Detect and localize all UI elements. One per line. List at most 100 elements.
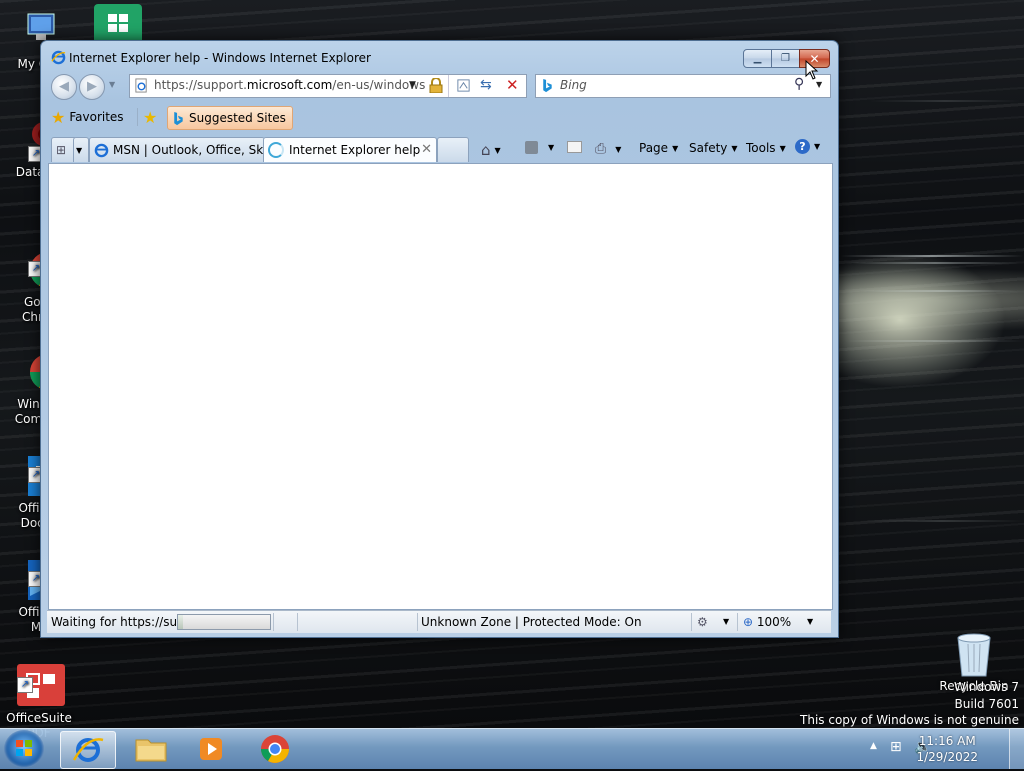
watermark-line: Windows 7 [953,680,1019,694]
watermark-line: This copy of Windows is not genuine [800,713,1019,727]
add-favorite-star-icon: ★ [143,107,158,127]
navigation-bar: ◀ ▶ ▼ https://support.microsoft.com/en-u… [47,71,831,101]
rss-feed-icon [525,141,538,154]
chevron-down-icon[interactable]: ▼ [723,617,729,626]
zoom-level[interactable]: ⊕ 100% [743,615,791,629]
tools-menu-label: Tools [746,141,776,155]
refresh-icon[interactable]: ⇆ [480,77,492,93]
chevron-down-icon: ▼ [731,143,738,153]
tab-bar: ⊞ ▼ MSN | Outlook, Office, Sk... Interne… [47,135,831,163]
forward-button[interactable]: ▶ [79,74,105,100]
favorites-bar: ★ Favorites ★ Suggested Sites [47,104,831,130]
stop-icon[interactable]: ✕ [506,76,519,94]
tools-menu[interactable]: Tools ▼ [746,141,786,155]
home-icon: ⌂ [481,141,491,159]
show-desktop-button[interactable] [1009,729,1024,769]
chevron-down-icon: ▼ [548,143,555,152]
mouse-cursor-icon [805,60,819,80]
pdf-icon: ↗ [17,649,65,706]
close-tab-icon[interactable]: ✕ [421,142,432,157]
bing-icon [543,78,552,93]
compatibility-view-icon[interactable] [456,78,471,93]
home-button[interactable]: ⌂ ▼ [481,141,501,159]
title-bar[interactable]: Internet Explorer help - Windows Interne… [41,41,838,73]
address-url: https://support.microsoft.com/en-us/wind… [154,78,426,92]
chevron-down-icon: ▼ [76,145,83,155]
page-menu-label: Page [639,141,669,155]
network-icon[interactable]: ⊞ [890,739,902,755]
status-bar: Waiting for https://sup Unknown Zone | P… [47,610,831,633]
watermark-line: Build 7601 [954,696,1019,711]
tab-internet-explorer-help[interactable]: Internet Explorer help ✕ [263,137,437,162]
back-button[interactable]: ◀ [51,74,77,100]
feeds-button[interactable]: ▼ [525,141,554,154]
start-button[interactable] [4,730,44,768]
taskbar-windows-explorer[interactable] [124,731,178,767]
zoom-dropdown-icon[interactable]: ▼ [807,617,813,626]
search-box[interactable]: Bing ⚲ ▼ [535,74,831,98]
security-zone[interactable]: Unknown Zone | Protected Mode: On [421,615,642,629]
window-title: Internet Explorer help - Windows Interne… [69,51,371,65]
suggested-sites-label: Suggested Sites [189,111,286,125]
system-clock[interactable]: 11:16 AM 1/29/2022 [916,733,978,765]
print-button[interactable]: ⎙ ▼ [595,141,621,157]
restore-icon: ❐ [781,53,790,64]
ie-window[interactable]: Internet Explorer help - Windows Interne… [40,40,839,638]
minimize-icon: ▁ [753,53,762,64]
help-menu[interactable]: ? ▼ [795,139,820,154]
media-player-icon [200,738,222,760]
taskbar: ▲ ⊞ 🔈 11:16 AM 1/29/2022 [0,728,1024,769]
search-placeholder: Bing [560,78,587,92]
windows-watermark: Windows 7 Build 7601 This copy of Window… [800,679,1019,729]
address-dropdown-icon[interactable]: ▼ [409,80,416,90]
read-mail-button[interactable] [567,141,582,153]
tab-msn[interactable]: MSN | Outlook, Office, Sk... [89,137,265,162]
help-icon: ? [795,139,810,154]
clock-time: 11:16 AM [918,734,976,748]
page-menu[interactable]: Page ▼ [639,141,678,155]
taskbar-internet-explorer[interactable] [60,731,116,769]
forward-arrow-icon: ▶ [87,79,97,94]
ie-logo-icon [51,50,66,65]
taskbar-google-chrome[interactable] [248,731,302,767]
shortcut-arrow-icon: ↗ [17,677,33,693]
status-text: Waiting for https://sup [51,615,185,629]
chrome-icon [261,735,289,763]
chevron-down-icon: ▼ [814,142,821,151]
maximize-button[interactable]: ❐ [771,49,800,68]
taskbar-media-player[interactable] [184,731,238,767]
bing-icon [174,111,183,125]
chevron-down-icon: ▼ [615,144,622,154]
folder-icon [135,739,167,762]
recent-pages-dropdown-icon[interactable]: ▼ [109,80,115,89]
page-icon [135,78,147,93]
address-bar[interactable]: https://support.microsoft.com/en-us/wind… [129,74,527,98]
safety-menu-label: Safety [689,141,728,155]
ie-logo-icon [94,143,109,157]
new-tab-button[interactable] [437,137,469,162]
search-options-dropdown-icon[interactable]: ▼ [816,80,822,89]
show-hidden-icons-icon[interactable]: ▲ [870,741,877,751]
chevron-down-icon: ▼ [494,145,501,155]
tab-list-dropdown[interactable]: ▼ [73,137,89,162]
suggested-sites-link[interactable]: Suggested Sites [167,106,293,130]
back-arrow-icon: ◀ [59,79,69,94]
zoom-icon: ⊕ [743,615,754,629]
ie-logo-icon [72,738,104,762]
lock-icon[interactable] [429,78,443,93]
favorites-star-icon: ★ [51,107,66,127]
add-to-favorites-bar-button[interactable]: ★ [143,106,157,128]
minimize-button[interactable]: ▁ [743,49,772,68]
page-content[interactable] [48,163,833,610]
progress-fill [178,615,183,629]
quick-tabs-icon: ⊞ [56,143,67,157]
chevron-down-icon: ▼ [779,143,786,153]
favorites-label: Favorites [69,110,124,124]
desktop-icon-officesuite-pdf[interactable]: ↗ OfficeSuite PDF [3,634,75,741]
search-magnifier-icon[interactable]: ⚲ [794,76,804,92]
tab-label: Internet Explorer help [289,143,421,157]
safety-menu[interactable]: Safety ▼ [689,141,738,155]
favorites-button[interactable]: ★ Favorites [51,106,124,128]
loading-spinner-icon [268,142,284,158]
add-ons-icon[interactable]: ⚙ [697,615,708,629]
